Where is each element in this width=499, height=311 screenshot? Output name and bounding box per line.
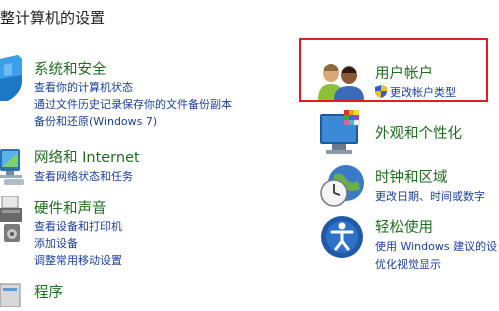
link-mobility-settings[interactable]: 调整常用移动设置 xyxy=(34,252,122,268)
user-accounts-icon[interactable] xyxy=(318,62,364,104)
link-add-device[interactable]: 添加设备 xyxy=(34,235,78,251)
page-title: 整计算机的设置 xyxy=(0,9,106,27)
clock-region-icon[interactable] xyxy=(320,163,366,213)
programs-icon[interactable] xyxy=(0,280,22,311)
category-appearance-personalization[interactable]: 外观和个性化 xyxy=(375,122,462,143)
system-security-icon[interactable] xyxy=(0,55,24,105)
category-network-internet[interactable]: 网络和 Internet xyxy=(34,146,140,167)
link-optimize-visual-display[interactable]: 优化视觉显示 xyxy=(375,256,441,272)
link-windows-suggested-settings[interactable]: 使用 Windows 建议的设 xyxy=(375,238,497,254)
link-change-account-type-label: 更改帐户类型 xyxy=(390,86,456,99)
category-ease-of-access[interactable]: 轻松使用 xyxy=(375,216,433,237)
uac-shield-icon xyxy=(375,85,387,101)
category-user-accounts[interactable]: 用户帐户 xyxy=(375,62,433,83)
category-programs[interactable]: 程序 xyxy=(34,281,63,302)
link-file-history-backup[interactable]: 通过文件历史记录保存你的文件备份副本 xyxy=(34,96,232,112)
link-network-status-tasks[interactable]: 查看网络状态和任务 xyxy=(34,168,133,184)
appearance-personalization-icon[interactable] xyxy=(318,110,366,162)
link-view-computer-status[interactable]: 查看你的计算机状态 xyxy=(34,79,133,95)
link-change-account-type[interactable]: 更改帐户类型 xyxy=(375,84,456,101)
network-internet-icon[interactable] xyxy=(0,145,26,191)
link-devices-printers[interactable]: 查看设备和打印机 xyxy=(34,218,122,234)
category-system-security[interactable]: 系统和安全 xyxy=(34,58,107,79)
link-change-date-time-number[interactable]: 更改日期、时间或数字 xyxy=(375,188,485,204)
ease-of-access-icon[interactable] xyxy=(320,215,364,263)
hardware-sound-icon[interactable] xyxy=(0,195,26,248)
link-backup-restore[interactable]: 备份和还原(Windows 7) xyxy=(34,113,157,129)
category-clock-region[interactable]: 时钟和区域 xyxy=(375,166,448,187)
category-hardware-sound[interactable]: 硬件和声音 xyxy=(34,197,107,218)
